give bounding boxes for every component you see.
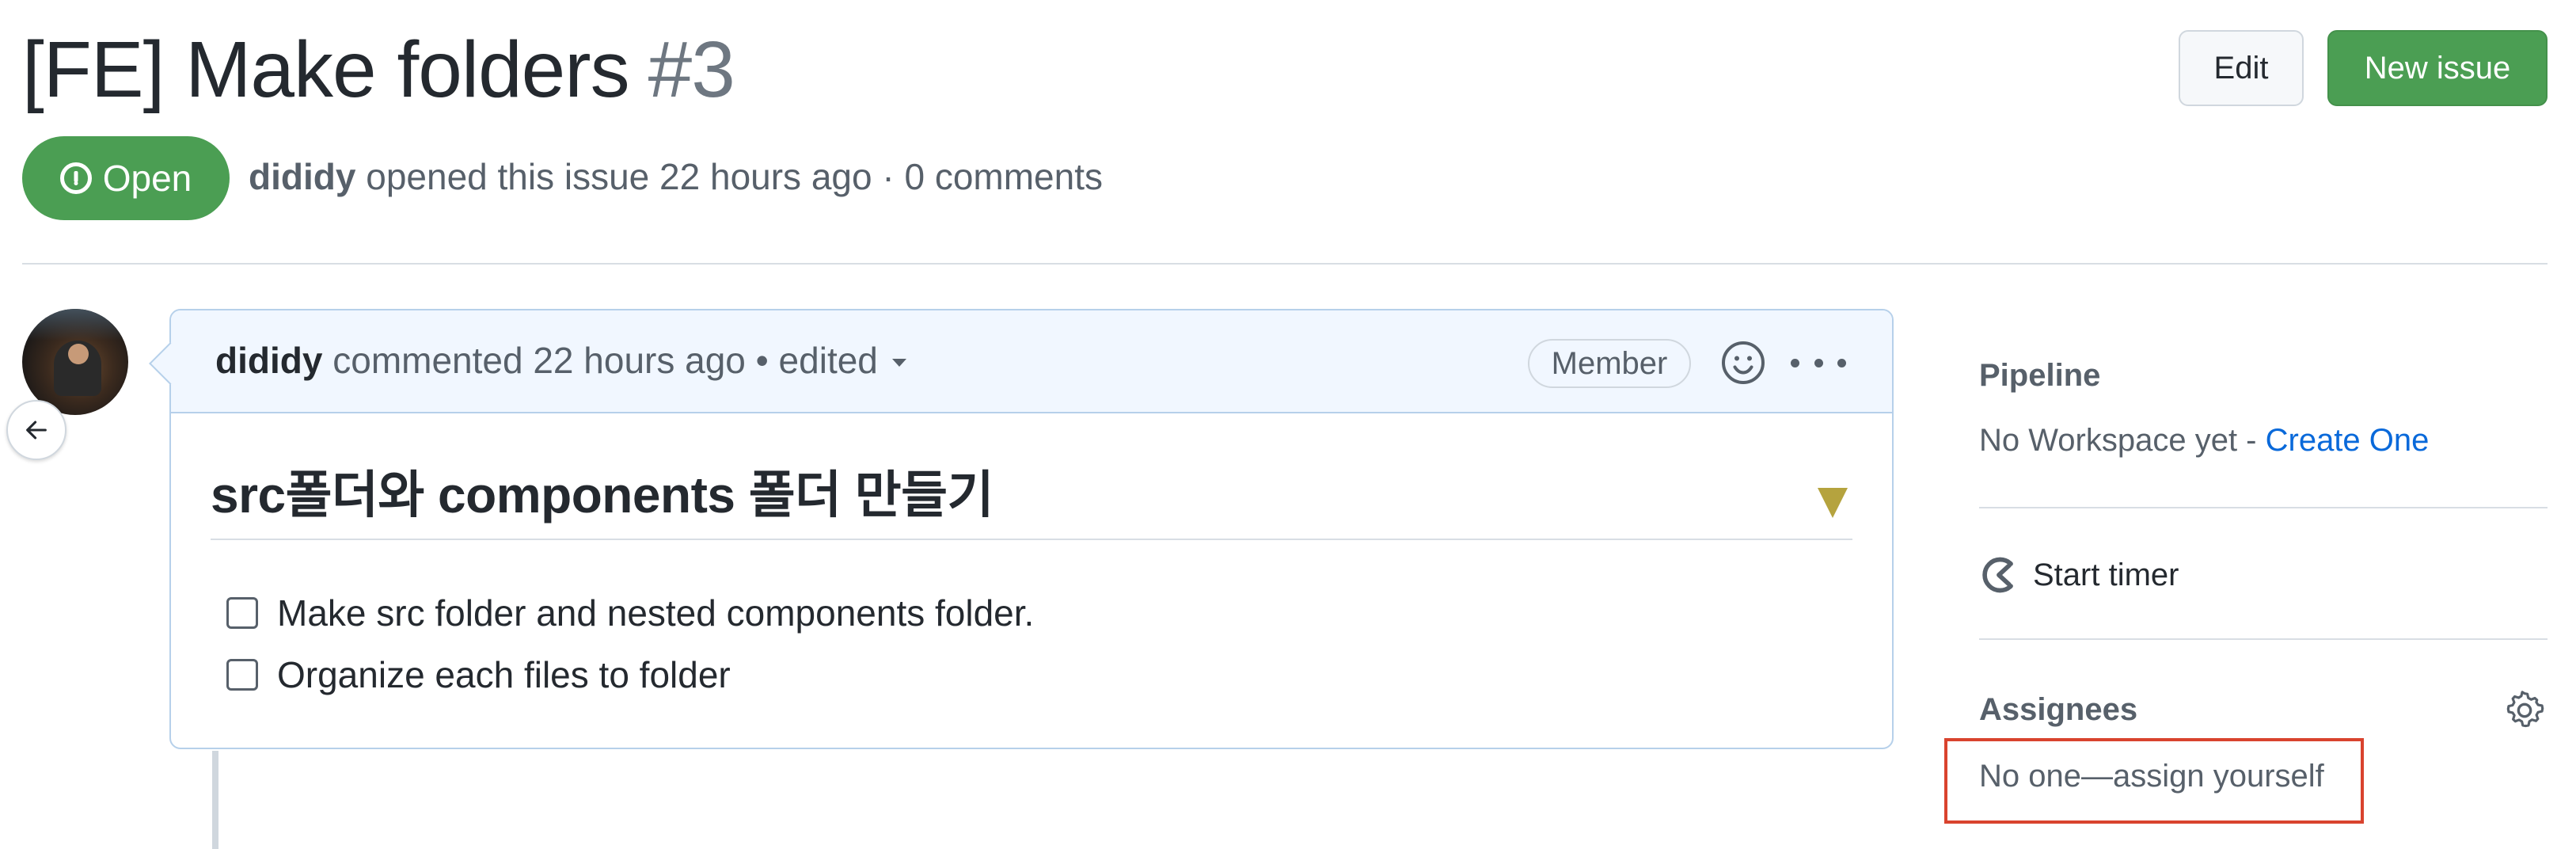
task-checkbox[interactable] [226,659,258,691]
issue-meta-text: opened this issue 22 hours ago · 0 comme… [355,156,1103,197]
arrow-left-icon [26,421,47,440]
issue-meta: dididy opened this issue 22 hours ago · … [249,155,1103,198]
task-list-item: Organize each files to folder [226,651,731,699]
start-timer-label: Start timer [2033,557,2179,592]
kebab-horizontal-icon[interactable] [1791,348,1846,377]
smiley-icon [1722,341,1765,384]
pipeline-heading: Pipeline [1979,358,2101,393]
task-list-item: Make src folder and nested components fo… [226,589,1034,637]
sidebar-divider [1979,507,2548,508]
back-button[interactable] [6,400,66,460]
timer-icon [1982,557,2013,593]
assignees-heading: Assignees [1979,692,2138,727]
highlight-annotation-box [1944,738,2364,824]
add-reaction-button[interactable] [1719,339,1767,386]
header-divider [22,263,2548,265]
issue-title-text: [FE] Make folders [22,25,630,114]
pipeline-text: No Workspace yet - Create One [1979,423,2429,459]
sidebar-divider [1979,638,2548,640]
member-badge: Member [1528,339,1691,388]
task-label: Make src folder and nested components fo… [277,592,1035,634]
comment-meta-text: commented 22 hours ago • edited [322,340,878,381]
edited-dropdown-caret-icon[interactable] [891,359,906,367]
comment-header-text: dididy commented 22 hours ago • edited [215,339,906,382]
timeline-line [212,751,218,849]
issue-number: #3 [648,25,735,114]
comment-body-heading: src폴더와 components 폴더 만들기 [211,466,994,523]
heading-rule [211,539,1852,540]
task-label: Organize each files to folder [277,654,731,695]
triangle-down-icon[interactable] [1818,488,1848,518]
new-issue-button[interactable]: New issue [2327,30,2548,106]
task-checkbox[interactable] [226,597,258,629]
issue-title: [FE] Make folders #3 [22,22,735,117]
create-one-link[interactable]: Create One [2266,423,2430,458]
issue-author-link[interactable]: dididy [249,156,355,197]
comment-author-link[interactable]: dididy [215,339,322,382]
pipeline-status: No Workspace yet - [1979,423,2266,458]
start-timer-button[interactable]: Start timer [1979,551,2179,599]
gear-icon [2506,691,2544,728]
issue-opened-icon [59,162,92,194]
issue-state-badge: Open [22,136,230,220]
assignees-settings-button[interactable] [2503,689,2546,732]
edit-button[interactable]: Edit [2179,30,2304,106]
avatar[interactable] [22,309,128,415]
issue-state-label: Open [102,158,192,199]
